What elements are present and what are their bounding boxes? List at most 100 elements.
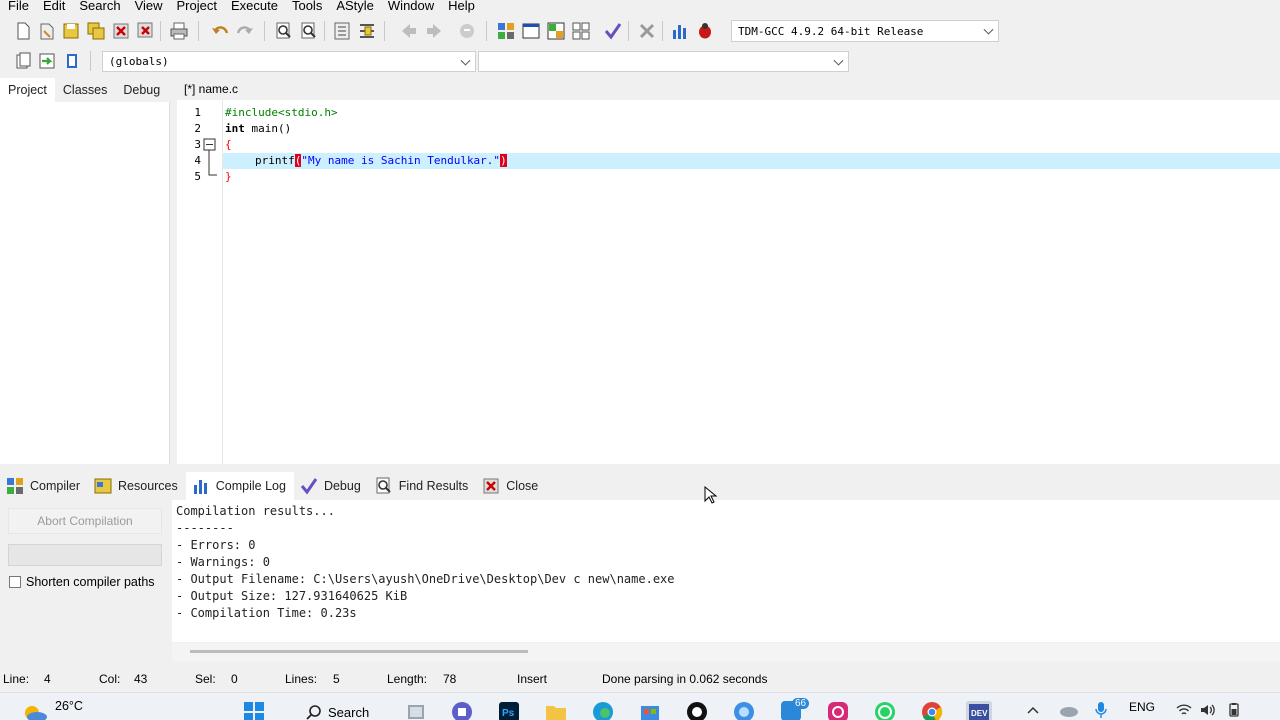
- tab-find-results[interactable]: Find Results: [369, 472, 476, 500]
- menu-window[interactable]: Window: [380, 0, 440, 13]
- toggle-bookmark-icon[interactable]: [38, 52, 56, 70]
- tab-compile-log[interactable]: Compile Log: [185, 472, 294, 500]
- shorten-paths-checkbox[interactable]: [9, 576, 21, 588]
- debug-check-icon: [300, 478, 318, 495]
- function-select[interactable]: [478, 51, 849, 72]
- unindent-icon[interactable]: [358, 22, 376, 40]
- menu-execute[interactable]: Execute: [223, 0, 284, 13]
- undo-icon[interactable]: [211, 22, 229, 40]
- photoshop-icon[interactable]: Ps: [498, 701, 520, 720]
- status-line-value: 4: [44, 672, 51, 686]
- profile-chart-icon[interactable]: [671, 22, 689, 40]
- tab-resources-label: Resources: [118, 479, 178, 493]
- debug-bug-icon[interactable]: [696, 22, 714, 40]
- rebuild-all-icon[interactable]: [572, 22, 590, 40]
- save-icon[interactable]: [62, 22, 80, 40]
- find-icon[interactable]: [275, 22, 293, 40]
- find-results-icon: [376, 477, 391, 494]
- menu-astyle[interactable]: AStyle: [328, 0, 380, 13]
- svg-text:DEV: DEV: [971, 709, 988, 718]
- language-indicator[interactable]: ENG: [1129, 700, 1155, 714]
- task-view-icon[interactable]: [405, 701, 427, 720]
- menu-file[interactable]: File: [0, 0, 35, 13]
- log-line: - Compilation Time: 0.23s: [176, 606, 357, 620]
- menu-edit[interactable]: Edit: [35, 0, 71, 13]
- toolbar-separator: [628, 21, 629, 41]
- project-tree[interactable]: [0, 102, 170, 464]
- notification-app[interactable]: 66: [780, 698, 810, 720]
- compile-run-icon[interactable]: [547, 22, 565, 40]
- open-project-icon[interactable]: [38, 22, 56, 40]
- compiler-select[interactable]: TDM-GCC 4.9.2 64-bit Release: [731, 20, 999, 42]
- file-explorer-icon[interactable]: [545, 701, 567, 720]
- insert-icon[interactable]: [14, 52, 32, 70]
- shorten-paths-option[interactable]: Shorten compiler paths: [9, 575, 155, 589]
- new-file-icon[interactable]: [14, 22, 32, 40]
- run-icon[interactable]: [522, 22, 540, 40]
- abort-compilation-button[interactable]: Abort Compilation: [8, 508, 162, 534]
- redo-icon[interactable]: [236, 22, 254, 40]
- stop-execution-icon[interactable]: [638, 22, 656, 40]
- menu-tools[interactable]: Tools: [284, 0, 328, 13]
- edge-browser-icon[interactable]: [592, 701, 614, 720]
- log-line: - Errors: 0: [176, 538, 256, 552]
- save-all-icon[interactable]: [87, 22, 105, 40]
- menu-project[interactable]: Project: [169, 0, 223, 13]
- weather-temperature[interactable]: 26°C: [55, 699, 83, 713]
- github-icon[interactable]: [686, 701, 708, 720]
- code-fold-icon[interactable]: [202, 138, 218, 180]
- chrome-icon[interactable]: [921, 701, 943, 720]
- close-all-icon[interactable]: [137, 22, 155, 40]
- menu-search[interactable]: Search: [71, 0, 126, 13]
- log-horizontal-scrollbar[interactable]: [172, 643, 1280, 661]
- scope-select[interactable]: (globals): [102, 51, 476, 72]
- volume-icon[interactable]: [1200, 703, 1216, 717]
- tab-classes[interactable]: Classes: [55, 78, 115, 102]
- tab-resources[interactable]: Resources: [88, 472, 186, 500]
- weather-icon[interactable]: [20, 701, 48, 720]
- goto-bookmark-icon[interactable]: [63, 52, 81, 70]
- line-number: 3: [194, 138, 201, 151]
- menu-help[interactable]: Help: [440, 0, 481, 13]
- print-icon[interactable]: [170, 22, 188, 40]
- go-forward-icon[interactable]: [425, 22, 443, 40]
- compile-icon[interactable]: [497, 22, 515, 40]
- menu-view[interactable]: View: [127, 0, 169, 13]
- go-back-icon[interactable]: [400, 22, 418, 40]
- instagram-icon[interactable]: [827, 701, 849, 720]
- indent-icon[interactable]: [333, 22, 351, 40]
- syntax-check-icon[interactable]: [604, 22, 622, 40]
- teams-icon[interactable]: [451, 701, 473, 720]
- onedrive-icon[interactable]: [1057, 703, 1079, 717]
- whatsapp-icon[interactable]: [874, 701, 896, 720]
- tab-debug-output[interactable]: Debug: [294, 472, 369, 500]
- windows-start-icon[interactable]: [243, 701, 265, 720]
- code-editor[interactable]: 1 2 3 4 5 #include<stdio.h> int main() {…: [177, 100, 1280, 464]
- toolbar-separator: [324, 21, 325, 41]
- keyword-int: int: [225, 122, 245, 135]
- dev-cpp-taskbar-icon[interactable]: DEV: [966, 701, 992, 720]
- bookmark-icon[interactable]: [458, 22, 476, 40]
- replace-icon[interactable]: [300, 22, 318, 40]
- taskbar-search[interactable]: Search: [296, 699, 382, 720]
- notification-badge: 66: [792, 698, 810, 709]
- battery-icon[interactable]: [1226, 703, 1242, 717]
- line-number: 4: [194, 154, 201, 167]
- toolbar-separator: [662, 21, 663, 41]
- chevron-up-icon[interactable]: [1026, 705, 1040, 715]
- status-line-label: Line:: [3, 672, 30, 686]
- wifi-icon[interactable]: [1176, 703, 1192, 717]
- tab-compiler[interactable]: Compiler: [0, 472, 88, 500]
- microsoft-store-icon[interactable]: [639, 701, 661, 720]
- close-file-icon[interactable]: [112, 22, 130, 40]
- tab-project[interactable]: Project: [0, 78, 55, 102]
- microphone-icon[interactable]: [1095, 701, 1107, 719]
- code-line-3: {: [225, 138, 232, 151]
- taskbar-search-label: Search: [328, 704, 370, 720]
- browser-icon[interactable]: [733, 701, 755, 720]
- scrollbar-thumb[interactable]: [190, 650, 528, 653]
- compile-log[interactable]: Compilation results... -------- - Errors…: [172, 500, 1280, 642]
- tab-debug[interactable]: Debug: [115, 78, 168, 102]
- tab-close[interactable]: Close: [476, 472, 546, 500]
- editor-tab-name-c[interactable]: [*] name.c: [177, 78, 246, 100]
